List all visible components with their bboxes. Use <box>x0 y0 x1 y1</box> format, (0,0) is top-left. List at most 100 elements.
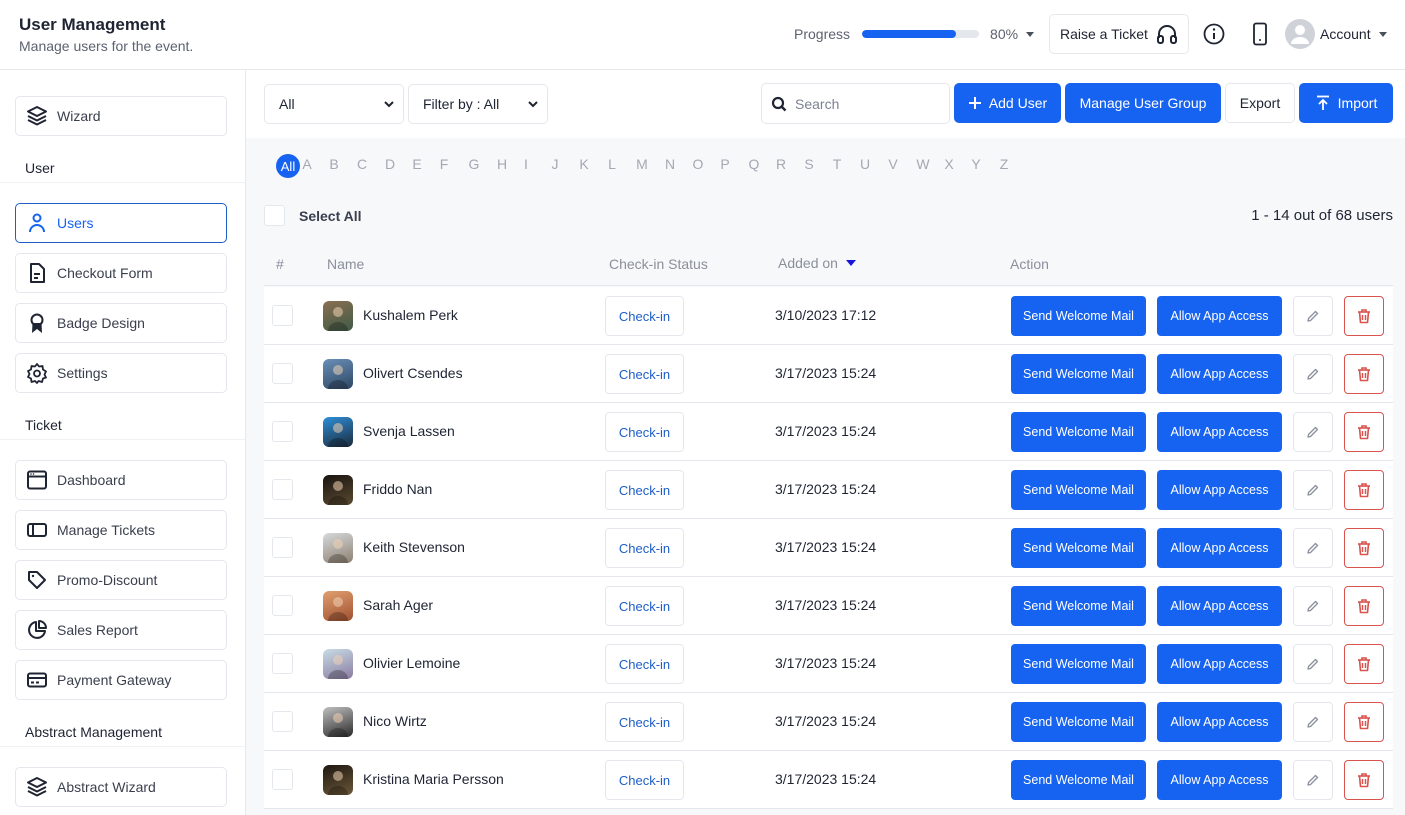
checkin-button[interactable]: Check-in <box>605 586 684 626</box>
allow-app-access-button[interactable]: Allow App Access <box>1157 586 1282 626</box>
column-header-added-on[interactable]: Added on <box>778 255 856 271</box>
alphabet-letter-n[interactable]: N <box>660 156 680 172</box>
checkin-button[interactable]: Check-in <box>605 760 684 800</box>
allow-app-access-button[interactable]: Allow App Access <box>1157 644 1282 684</box>
sidebar-item-payment-gateway[interactable]: Payment Gateway <box>15 660 227 700</box>
sidebar-item-checkout-form[interactable]: Checkout Form <box>15 253 227 293</box>
alphabet-letter-c[interactable]: C <box>352 156 372 172</box>
edit-button[interactable] <box>1293 644 1333 684</box>
row-checkbox[interactable] <box>272 653 293 674</box>
row-checkbox[interactable] <box>272 363 293 384</box>
delete-button[interactable] <box>1344 412 1384 452</box>
allow-app-access-button[interactable]: Allow App Access <box>1157 470 1282 510</box>
allow-app-access-button[interactable]: Allow App Access <box>1157 354 1282 394</box>
checkin-button[interactable]: Check-in <box>605 412 684 452</box>
alphabet-letter-d[interactable]: D <box>380 156 400 172</box>
checkin-button[interactable]: Check-in <box>605 528 684 568</box>
allow-app-access-button[interactable]: Allow App Access <box>1157 296 1282 336</box>
edit-button[interactable] <box>1293 354 1333 394</box>
select-all[interactable]: Select All <box>264 205 362 226</box>
account-menu[interactable]: Account <box>1285 19 1387 49</box>
delete-button[interactable] <box>1344 760 1384 800</box>
send-welcome-mail-button[interactable]: Send Welcome Mail <box>1011 470 1146 510</box>
edit-button[interactable] <box>1293 412 1333 452</box>
sidebar-item-badge-design[interactable]: Badge Design <box>15 303 227 343</box>
select-all-checkbox[interactable] <box>264 205 285 226</box>
alphabet-letter-f[interactable]: F <box>434 156 454 172</box>
alphabet-letter-l[interactable]: L <box>602 156 622 172</box>
edit-button[interactable] <box>1293 528 1333 568</box>
filter-select[interactable]: Filter by : All <box>408 84 548 124</box>
allow-app-access-button[interactable]: Allow App Access <box>1157 702 1282 742</box>
sidebar-item-wizard[interactable]: Wizard <box>15 96 227 136</box>
sidebar-item-dashboard[interactable]: Dashboard <box>15 460 227 500</box>
edit-button[interactable] <box>1293 702 1333 742</box>
delete-button[interactable] <box>1344 586 1384 626</box>
alphabet-letter-t[interactable]: T <box>827 156 847 172</box>
allow-app-access-button[interactable]: Allow App Access <box>1157 528 1282 568</box>
send-welcome-mail-button[interactable]: Send Welcome Mail <box>1011 586 1146 626</box>
progress-dropdown[interactable]: Progress 80% <box>794 24 1035 44</box>
alphabet-letter-s[interactable]: S <box>799 156 819 172</box>
send-welcome-mail-button[interactable]: Send Welcome Mail <box>1011 528 1146 568</box>
alphabet-letter-a[interactable]: A <box>297 156 317 172</box>
search-input[interactable] <box>795 95 945 112</box>
send-welcome-mail-button[interactable]: Send Welcome Mail <box>1011 354 1146 394</box>
alphabet-letter-i[interactable]: I <box>516 156 536 172</box>
sidebar-item-sales-report[interactable]: Sales Report <box>15 610 227 650</box>
sidebar-item-settings[interactable]: Settings <box>15 353 227 393</box>
row-checkbox[interactable] <box>272 305 293 326</box>
send-welcome-mail-button[interactable]: Send Welcome Mail <box>1011 702 1146 742</box>
sidebar-item-manage-tickets[interactable]: Manage Tickets <box>15 510 227 550</box>
checkin-button[interactable]: Check-in <box>605 470 684 510</box>
export-button[interactable]: Export <box>1225 83 1295 123</box>
group-select[interactable]: All <box>264 84 404 124</box>
allow-app-access-button[interactable]: Allow App Access <box>1157 412 1282 452</box>
delete-button[interactable] <box>1344 702 1384 742</box>
alphabet-letter-q[interactable]: Q <box>744 156 764 172</box>
alphabet-letter-e[interactable]: E <box>407 156 427 172</box>
alphabet-letter-j[interactable]: J <box>545 156 565 172</box>
alphabet-letter-h[interactable]: H <box>492 156 512 172</box>
send-welcome-mail-button[interactable]: Send Welcome Mail <box>1011 644 1146 684</box>
add-user-button[interactable]: Add User <box>954 83 1061 123</box>
alphabet-letter-u[interactable]: U <box>855 156 875 172</box>
import-button[interactable]: Import <box>1299 83 1393 123</box>
mobile-icon[interactable] <box>1248 22 1272 46</box>
checkin-button[interactable]: Check-in <box>605 702 684 742</box>
alphabet-letter-x[interactable]: X <box>939 156 959 172</box>
sidebar-item-abstract-wizard[interactable]: Abstract Wizard <box>15 767 227 807</box>
edit-button[interactable] <box>1293 760 1333 800</box>
delete-button[interactable] <box>1344 644 1384 684</box>
alphabet-letter-y[interactable]: Y <box>966 156 986 172</box>
row-checkbox[interactable] <box>272 595 293 616</box>
sidebar-item-users[interactable]: Users <box>15 203 227 243</box>
send-welcome-mail-button[interactable]: Send Welcome Mail <box>1011 760 1146 800</box>
alphabet-letter-m[interactable]: M <box>632 156 652 172</box>
row-checkbox[interactable] <box>272 421 293 442</box>
row-checkbox[interactable] <box>272 479 293 500</box>
alphabet-letter-k[interactable]: K <box>574 156 594 172</box>
alphabet-letter-g[interactable]: G <box>464 156 484 172</box>
row-checkbox[interactable] <box>272 537 293 558</box>
delete-button[interactable] <box>1344 528 1384 568</box>
checkin-button[interactable]: Check-in <box>605 296 684 336</box>
send-welcome-mail-button[interactable]: Send Welcome Mail <box>1011 296 1146 336</box>
row-checkbox[interactable] <box>272 769 293 790</box>
alphabet-letter-w[interactable]: W <box>913 156 933 172</box>
send-welcome-mail-button[interactable]: Send Welcome Mail <box>1011 412 1146 452</box>
alphabet-letter-b[interactable]: B <box>324 156 344 172</box>
edit-button[interactable] <box>1293 586 1333 626</box>
info-icon[interactable] <box>1202 22 1226 46</box>
alphabet-letter-v[interactable]: V <box>883 156 903 172</box>
alphabet-letter-z[interactable]: Z <box>994 156 1014 172</box>
alphabet-letter-o[interactable]: O <box>688 156 708 172</box>
alphabet-letter-p[interactable]: P <box>715 156 735 172</box>
delete-button[interactable] <box>1344 354 1384 394</box>
alphabet-letter-r[interactable]: R <box>771 156 791 172</box>
search-box[interactable] <box>761 83 950 124</box>
checkin-button[interactable]: Check-in <box>605 354 684 394</box>
allow-app-access-button[interactable]: Allow App Access <box>1157 760 1282 800</box>
delete-button[interactable] <box>1344 296 1384 336</box>
checkin-button[interactable]: Check-in <box>605 644 684 684</box>
